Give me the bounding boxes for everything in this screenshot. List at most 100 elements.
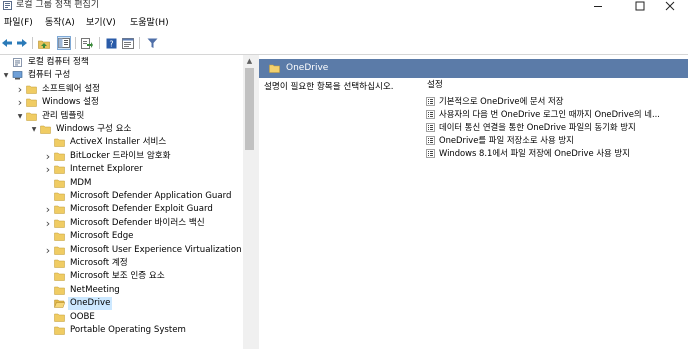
show-hide-tree-icon [58, 38, 70, 48]
folder-icon [54, 192, 65, 201]
help-button[interactable]: ? [104, 36, 118, 50]
tree-item[interactable]: ▼ 컴퓨터 구성 [0, 69, 243, 82]
expand-chevron-icon[interactable]: › [44, 150, 52, 163]
up-one-level-button[interactable] [37, 36, 51, 50]
show-hide-tree-button[interactable] [57, 36, 71, 50]
menu-file[interactable]: 파일(F) [4, 16, 33, 31]
policy-setting-label: Windows 8.1에서 파일 저장에 OneDrive 사용 방지 [439, 148, 630, 158]
collapse-chevron-icon[interactable]: ▼ [30, 123, 38, 136]
details-pane: OneDrive 설명이 필요한 항목을 선택하십시오. 설정 기본적으로 On… [259, 55, 688, 349]
tree-item[interactable]: MDM [0, 177, 243, 190]
tree-item[interactable]: › BitLocker 드라이브 암호화 [0, 150, 243, 163]
collapse-chevron-icon[interactable]: ▼ [16, 110, 24, 123]
folder-icon [54, 326, 65, 335]
tree-item[interactable]: › Windows 설정 [0, 96, 243, 109]
scrollbar-thumb[interactable] [245, 68, 254, 150]
window-title: 로컬 그룹 정책 편집기 [16, 0, 100, 10]
policy-setting-row[interactable]: OneDrive를 파일 저장소로 사용 방지 [426, 134, 688, 147]
tree-item[interactable]: › 소프트웨어 설정 [0, 83, 243, 96]
policy-setting-row[interactable]: 사용자의 다음 번 OneDrive 로그인 때까지 OneDrive의 네..… [426, 108, 688, 121]
tree-item-label: Internet Explorer [70, 164, 143, 175]
minimize-button[interactable] [584, 0, 612, 11]
policy-document-icon [13, 58, 22, 67]
close-button[interactable] [656, 0, 684, 11]
maximize-button[interactable] [626, 0, 654, 11]
tree-item[interactable]: Microsoft 보조 인증 요소 [0, 270, 243, 283]
maximize-icon [635, 1, 645, 10]
expand-chevron-icon[interactable]: › [16, 83, 24, 96]
tree-item[interactable]: ▼ 관리 템플릿 [0, 110, 243, 123]
collapse-chevron-icon[interactable]: ▼ [2, 69, 10, 82]
tree-scrollbar[interactable]: ▲ [243, 55, 256, 349]
tree-item[interactable]: 로컬 컴퓨터 정책 [0, 56, 243, 69]
properties-button[interactable] [121, 36, 135, 50]
filter-button[interactable] [145, 36, 159, 50]
tree-item-label: Microsoft User Experience Virtualization [70, 244, 242, 255]
tree-item[interactable]: › Microsoft Defender 바이러스 백신 [0, 217, 243, 230]
computer-icon [12, 71, 23, 80]
tree-item[interactable]: NetMeeting [0, 284, 243, 297]
policy-setting-row[interactable]: Windows 8.1에서 파일 저장에 OneDrive 사용 방지 [426, 147, 688, 160]
menu-bar: 파일(F) 동작(A) 보기(V) 도움말(H) [0, 16, 688, 31]
menu-action[interactable]: 동작(A) [45, 16, 75, 31]
tree-item[interactable]: Portable Operating System [0, 324, 243, 337]
tree-item[interactable]: ▼ Windows 구성 요소 [0, 123, 243, 136]
expand-chevron-icon[interactable]: › [44, 217, 52, 230]
forward-button[interactable] [15, 36, 29, 50]
description-text: 설명이 필요한 항목을 선택하십시오. [264, 82, 394, 92]
export-list-button[interactable] [80, 36, 94, 50]
settings-column-header[interactable]: 설정 [427, 80, 443, 91]
folder-icon [54, 165, 65, 174]
policy-setting-label: 기본적으로 OneDrive에 문서 저장 [439, 96, 564, 106]
tree-item[interactable]: OneDrive [0, 297, 243, 311]
back-arrow-icon [2, 39, 12, 47]
tree-item[interactable]: › Internet Explorer [0, 163, 243, 176]
tree-item[interactable]: ActiveX Installer 서비스 [0, 136, 243, 149]
expand-chevron-icon[interactable]: › [44, 163, 52, 176]
policy-setting-row[interactable]: 데이터 통신 연결을 통한 OneDrive 파일의 동기화 방지 [426, 121, 688, 134]
expand-chevron-icon[interactable]: › [16, 96, 24, 109]
group-policy-icon [3, 1, 12, 10]
menu-view[interactable]: 보기(V) [86, 16, 116, 31]
tree-item-label: Microsoft Defender Application Guard [70, 191, 232, 201]
tree-pane: 로컬 컴퓨터 정책 ▼ 컴퓨터 구성 › 소프트웨어 설정 › Windows 설정 ▼ 관리 … [0, 55, 256, 349]
policy-setting-label: 사용자의 다음 번 OneDrive 로그인 때까지 OneDrive의 네..… [439, 109, 660, 119]
folder-icon [54, 273, 65, 282]
back-button[interactable] [0, 36, 14, 50]
folder-icon [54, 246, 65, 255]
folder-icon [26, 85, 37, 94]
policy-setting-icon [426, 136, 435, 145]
policy-setting-row[interactable]: 기본적으로 OneDrive에 문서 저장 [426, 95, 688, 108]
policy-setting-icon [426, 123, 435, 132]
tree-item-label: 관리 템플릿 [42, 110, 85, 121]
menu-help[interactable]: 도움말(H) [130, 16, 169, 31]
tree-item[interactable]: Microsoft 계정 [0, 257, 243, 270]
folder-icon [54, 219, 65, 228]
folder-icon [54, 232, 65, 241]
tree-item-label: Microsoft Defender 바이러스 백신 [70, 217, 205, 228]
tree-item[interactable]: OOBE [0, 311, 243, 324]
export-list-icon [81, 37, 93, 49]
expand-chevron-icon[interactable]: › [44, 203, 52, 216]
expand-chevron-icon[interactable]: › [44, 244, 52, 257]
policy-setting-label: OneDrive를 파일 저장소로 사용 방지 [439, 135, 574, 145]
tree-item[interactable]: Microsoft Edge [0, 230, 243, 243]
close-icon [665, 1, 675, 10]
filter-icon [147, 38, 157, 48]
tree-item-label: Microsoft Edge [70, 231, 134, 242]
tree-item[interactable]: Microsoft Defender Application Guard [0, 190, 243, 203]
policy-setting-icon [426, 97, 435, 106]
scroll-up-arrow-icon[interactable]: ▲ [243, 55, 256, 67]
toolbar-separator [99, 37, 100, 49]
tree-item[interactable]: › Microsoft User Experience Virtualizatio… [0, 244, 243, 257]
tree-item[interactable]: › Microsoft Defender Exploit Guard [0, 203, 243, 216]
tree-item-label: BitLocker 드라이브 암호화 [70, 150, 171, 161]
tree-item-label: MDM [70, 177, 92, 188]
